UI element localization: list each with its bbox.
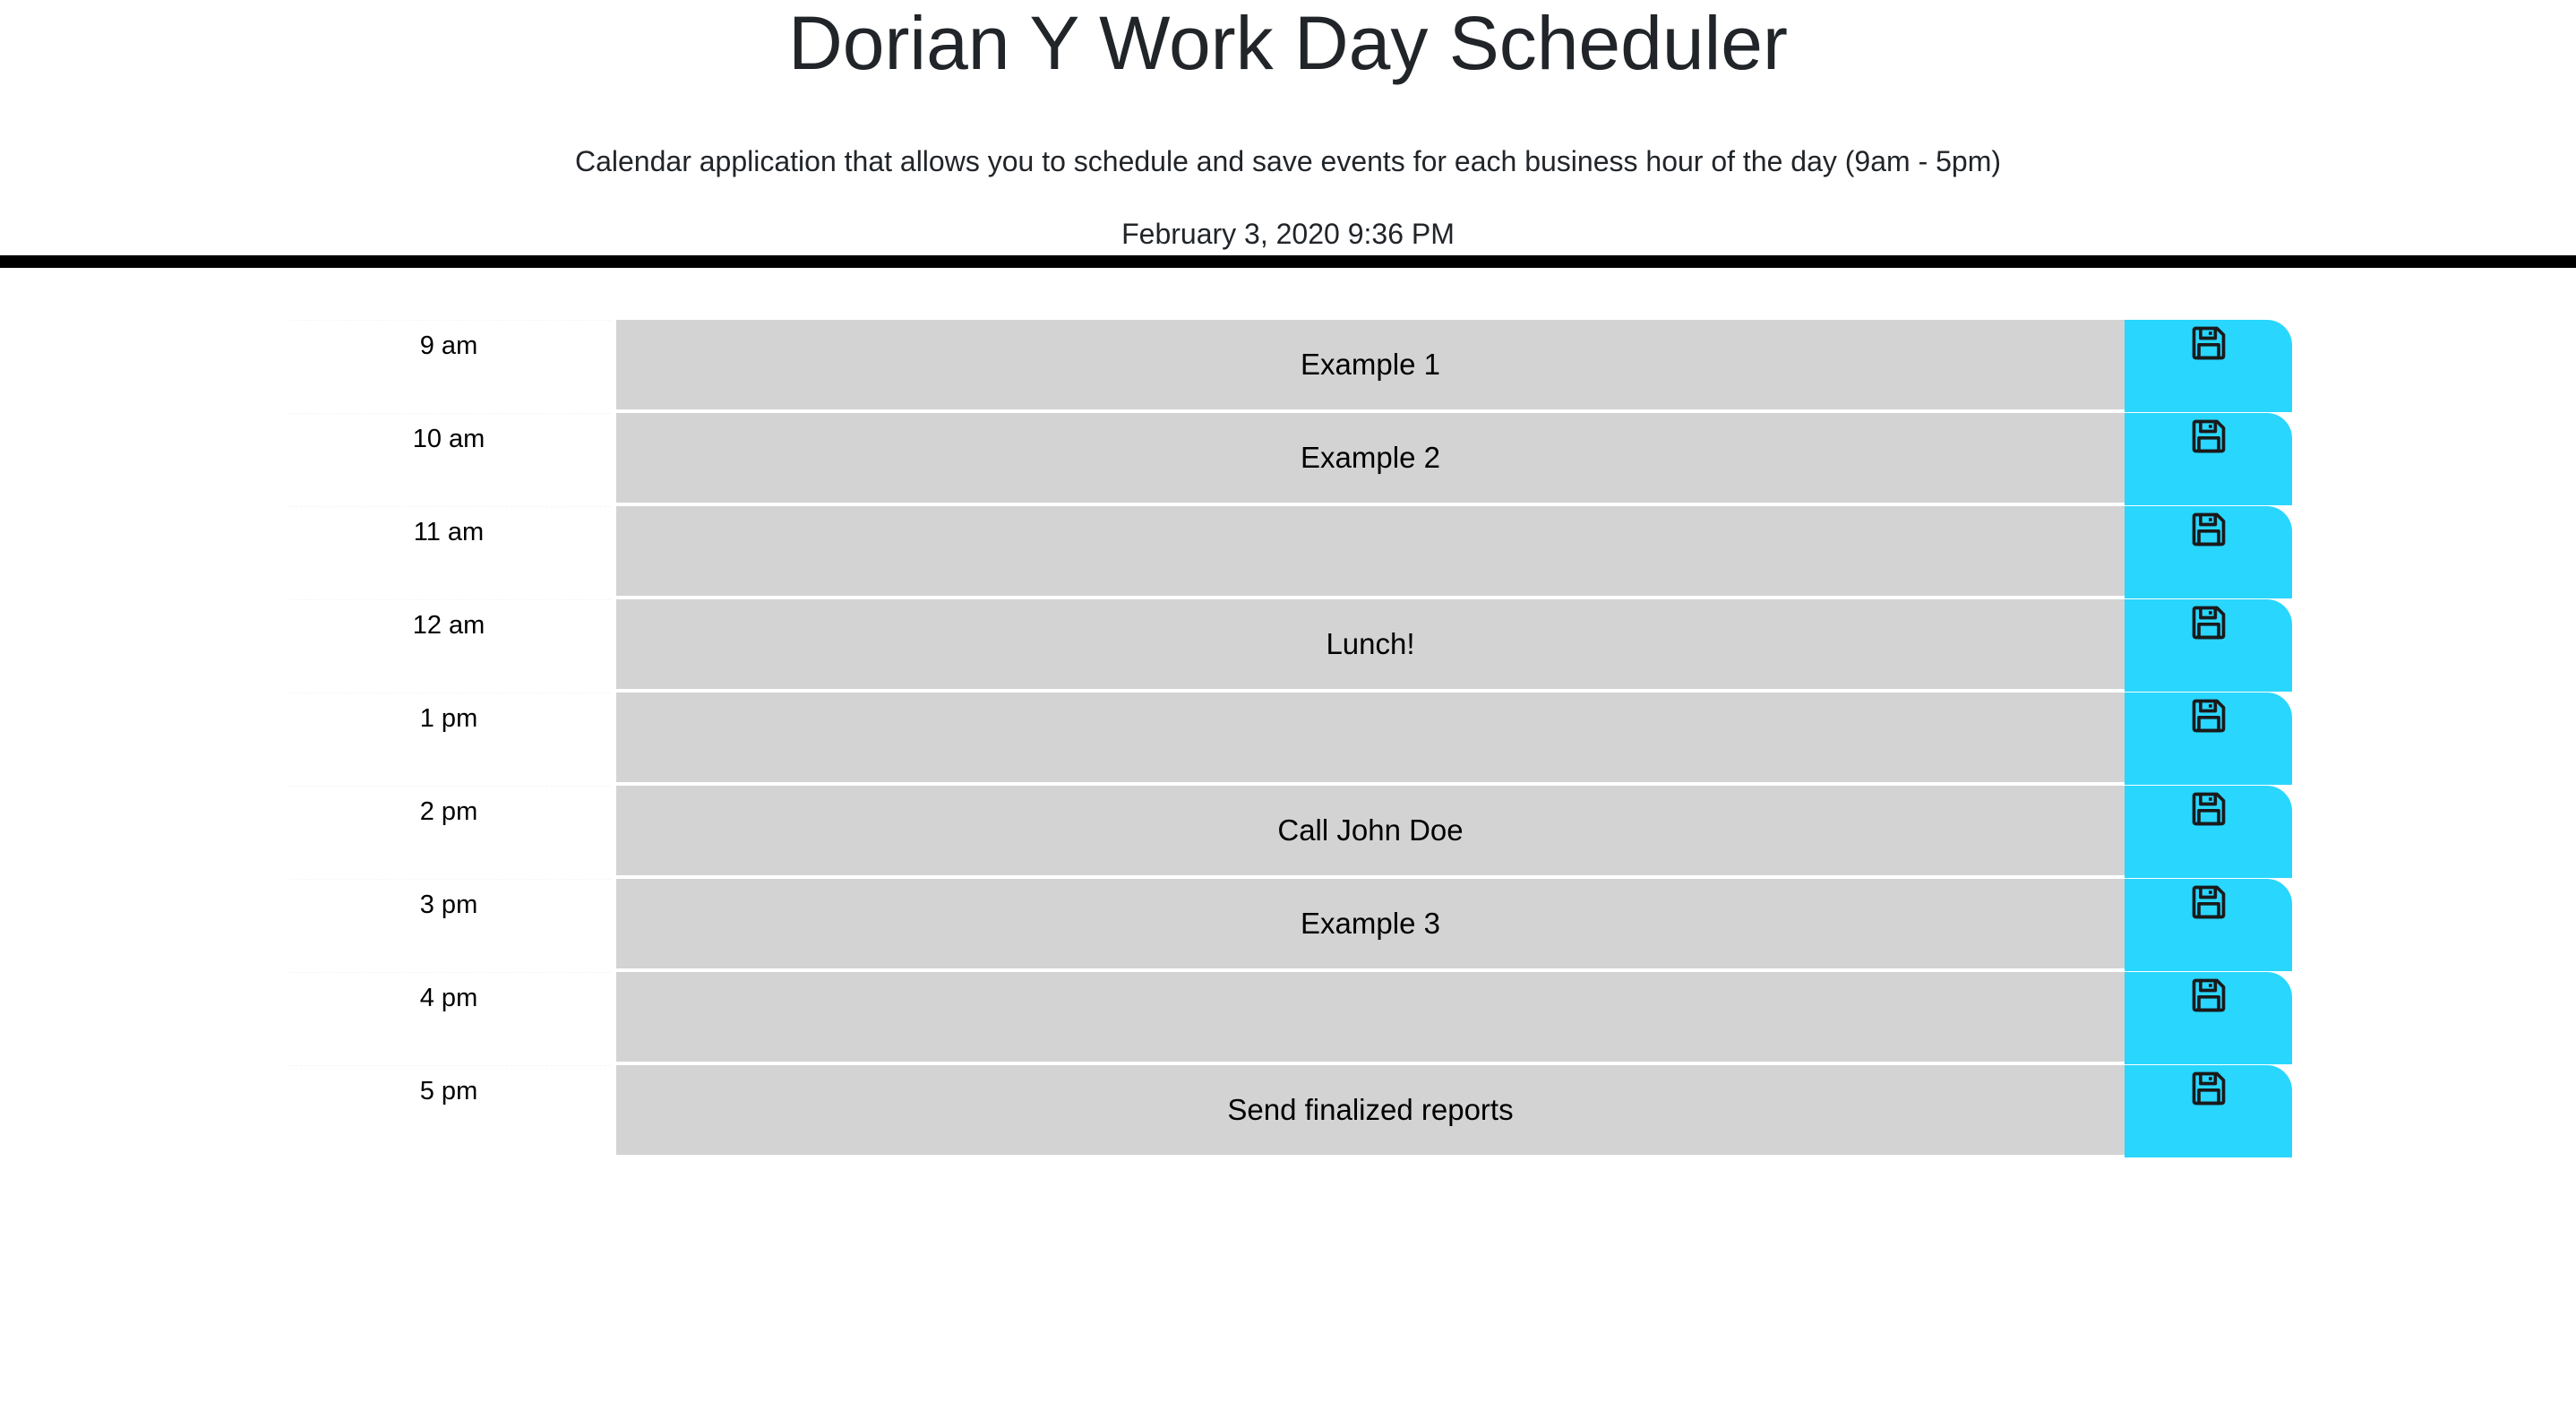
page-title: Dorian Y Work Day Scheduler [788,1,1788,85]
hour-label: 4 pm [287,972,611,1063]
floppy-disk-icon [2189,510,2228,554]
scheduler-container: 9 am Example 1 10 am Example 2 11 am 12 … [0,320,2576,1158]
floppy-disk-icon [2189,696,2228,740]
floppy-disk-icon [2189,417,2228,460]
hour-label: 1 pm [287,693,611,784]
event-description[interactable]: Send finalized reports [616,1065,2125,1157]
event-description[interactable] [616,506,2125,598]
time-block-2pm: 2 pm Call John Doe [0,786,2576,879]
time-block-1pm: 1 pm [0,693,2576,786]
event-description[interactable] [616,693,2125,785]
save-button[interactable] [2125,972,2292,1064]
event-description[interactable]: Example 1 [616,320,2125,412]
hour-label: 11 am [287,506,611,598]
time-block-5pm: 5 pm Send finalized reports [0,1065,2576,1158]
time-block-12am: 12 am Lunch! [0,599,2576,693]
save-button[interactable] [2125,786,2292,878]
time-block-9am: 9 am Example 1 [0,320,2576,413]
save-button[interactable] [2125,599,2292,692]
event-description[interactable]: Example 2 [616,413,2125,505]
hour-label: 5 pm [287,1065,611,1157]
save-button[interactable] [2125,506,2292,598]
event-description[interactable]: Call John Doe [616,786,2125,878]
save-button[interactable] [2125,879,2292,971]
hour-label: 12 am [287,599,611,691]
floppy-disk-icon [2189,789,2228,833]
header: Dorian Y Work Day Scheduler Calendar app… [0,0,2576,268]
page-description: Calendar application that allows you to … [574,145,2002,177]
hour-label: 10 am [287,413,611,504]
hour-label: 2 pm [287,786,611,877]
floppy-disk-icon [2189,603,2228,647]
floppy-disk-icon [2189,323,2228,367]
floppy-disk-icon [2189,882,2228,926]
floppy-disk-icon [2189,1069,2228,1113]
hour-label: 3 pm [287,879,611,970]
save-button[interactable] [2125,1065,2292,1157]
event-description[interactable]: Lunch! [616,599,2125,692]
save-button[interactable] [2125,693,2292,785]
time-block-11am: 11 am [0,506,2576,599]
floppy-disk-icon [2189,976,2228,1020]
save-button[interactable] [2125,320,2292,412]
time-block-3pm: 3 pm Example 3 [0,879,2576,972]
current-day: February 3, 2020 9:36 PM [1121,218,1455,250]
save-button[interactable] [2125,413,2292,505]
event-description[interactable] [616,972,2125,1064]
hour-label: 9 am [287,320,611,411]
time-block-4pm: 4 pm [0,972,2576,1065]
event-description[interactable]: Example 3 [616,879,2125,971]
time-block-10am: 10 am Example 2 [0,413,2576,506]
